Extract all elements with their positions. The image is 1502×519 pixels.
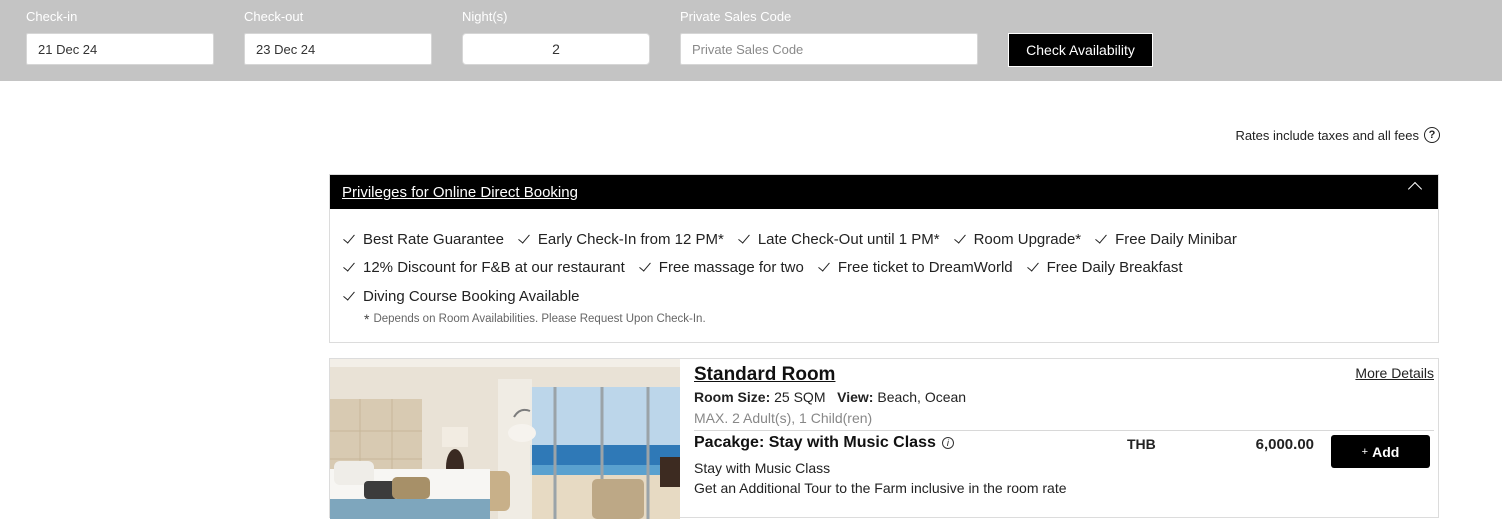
- check-icon: [737, 231, 750, 244]
- privilege-item: Best Rate Guarantee: [343, 225, 504, 254]
- privilege-item: Free massage for two: [638, 254, 804, 283]
- checkin-field[interactable]: 21 Dec 24: [26, 33, 214, 65]
- room-title[interactable]: Standard Room: [694, 364, 835, 386]
- package-description: Stay with Music Class: [694, 460, 831, 476]
- privilege-label: Room Upgrade*: [973, 230, 1082, 248]
- nights-label: Night(s): [462, 9, 508, 24]
- add-button-label: Add: [1372, 443, 1400, 460]
- privilege-item: Early Check-In from 12 PM*: [518, 225, 724, 254]
- question-circle-icon[interactable]: ?: [1424, 127, 1440, 143]
- package-title-text: Pacakge: Stay with Music Class: [694, 434, 936, 451]
- privilege-label: Early Check-In from 12 PM*: [537, 230, 724, 248]
- privileges-footnote: * Depends on Room Availabilities. Please…: [364, 311, 706, 327]
- package-currency: THB: [1127, 436, 1156, 452]
- privilege-item: Diving Course Booking Available: [343, 282, 580, 311]
- privileges-panel: Privileges for Online Direct Booking Bes…: [329, 174, 1439, 343]
- privilege-label: 12% Discount for F&B at our restaurant: [363, 259, 625, 277]
- checkout-label: Check-out: [244, 9, 304, 24]
- check-icon: [343, 231, 355, 244]
- asterisk-icon: *: [364, 311, 370, 327]
- privilege-item: Free Daily Breakfast: [1026, 254, 1183, 283]
- privilege-label: Free ticket to DreamWorld: [837, 259, 1013, 277]
- room-meta: Room Size: 25 SQM View: Beach, Ocean: [694, 389, 966, 405]
- rates-note: Rates include taxes and all fees ?: [1235, 127, 1440, 143]
- check-icon: [1095, 231, 1107, 244]
- privilege-label: Free massage for two: [658, 259, 804, 277]
- privileges-header[interactable]: Privileges for Online Direct Booking: [330, 175, 1438, 209]
- privileges-list: Best Rate Guarantee Early Check-In from …: [343, 225, 1426, 311]
- nights-field[interactable]: 2: [462, 33, 650, 65]
- check-icon: [518, 231, 530, 244]
- info-icon[interactable]: i: [941, 437, 954, 449]
- package-price: 6,000.00: [1255, 436, 1314, 453]
- check-icon: [638, 259, 651, 272]
- room-view-label: View:: [837, 389, 874, 405]
- privilege-label: Diving Course Booking Available: [363, 287, 580, 305]
- room-photo[interactable]: [330, 359, 680, 519]
- privilege-label: Free Daily Minibar: [1115, 230, 1237, 248]
- booking-search-bar: Check-in 21 Dec 24 Check-out 23 Dec 24 N…: [0, 0, 1502, 81]
- privilege-item: Late Check-Out until 1 PM*: [737, 225, 940, 254]
- promo-code-input[interactable]: Private Sales Code: [680, 33, 978, 65]
- privilege-item: 12% Discount for F&B at our restaurant: [343, 254, 625, 283]
- check-icon: [343, 259, 355, 272]
- privilege-label: Free Daily Breakfast: [1046, 259, 1183, 277]
- privilege-label: Best Rate Guarantee: [363, 230, 504, 248]
- check-icon: [343, 288, 355, 301]
- room-size-value: 25 SQM: [774, 389, 826, 405]
- package-description-detail: Get an Additional Tour to the Farm inclu…: [694, 480, 1067, 496]
- privilege-item: Free ticket to DreamWorld: [818, 254, 1013, 283]
- promo-code-label: Private Sales Code: [680, 9, 792, 24]
- chevron-up-icon[interactable]: [1407, 181, 1423, 197]
- privilege-label: Late Check-Out until 1 PM*: [757, 230, 940, 248]
- room-card: Standard Room More Details Room Size: 25…: [329, 358, 1439, 519]
- check-availability-button[interactable]: Check Availability: [1008, 33, 1153, 67]
- room-view-value: Beach, Ocean: [877, 389, 967, 405]
- check-icon: [818, 259, 830, 272]
- room-size-label: Room Size:: [694, 389, 771, 405]
- package-title: Pacakge: Stay with Music Class i: [694, 434, 954, 452]
- privilege-item: Free Daily Minibar: [1095, 225, 1237, 254]
- add-package-button[interactable]: + Add: [1331, 435, 1430, 468]
- divider: [694, 430, 1434, 431]
- room-capacity: MAX. 2 Adult(s), 1 Child(ren): [694, 410, 873, 426]
- checkout-field[interactable]: 23 Dec 24: [244, 33, 432, 65]
- check-icon: [953, 231, 966, 244]
- plus-icon: +: [1361, 445, 1369, 458]
- privileges-title[interactable]: Privileges for Online Direct Booking: [342, 184, 578, 201]
- more-details-link[interactable]: More Details: [1355, 365, 1434, 381]
- privilege-item: Room Upgrade*: [953, 225, 1082, 254]
- checkin-label: Check-in: [26, 9, 78, 24]
- check-icon: [1026, 259, 1039, 272]
- footnote-text: Depends on Room Availabilities. Please R…: [373, 313, 706, 325]
- rates-note-text: Rates include taxes and all fees: [1235, 127, 1419, 143]
